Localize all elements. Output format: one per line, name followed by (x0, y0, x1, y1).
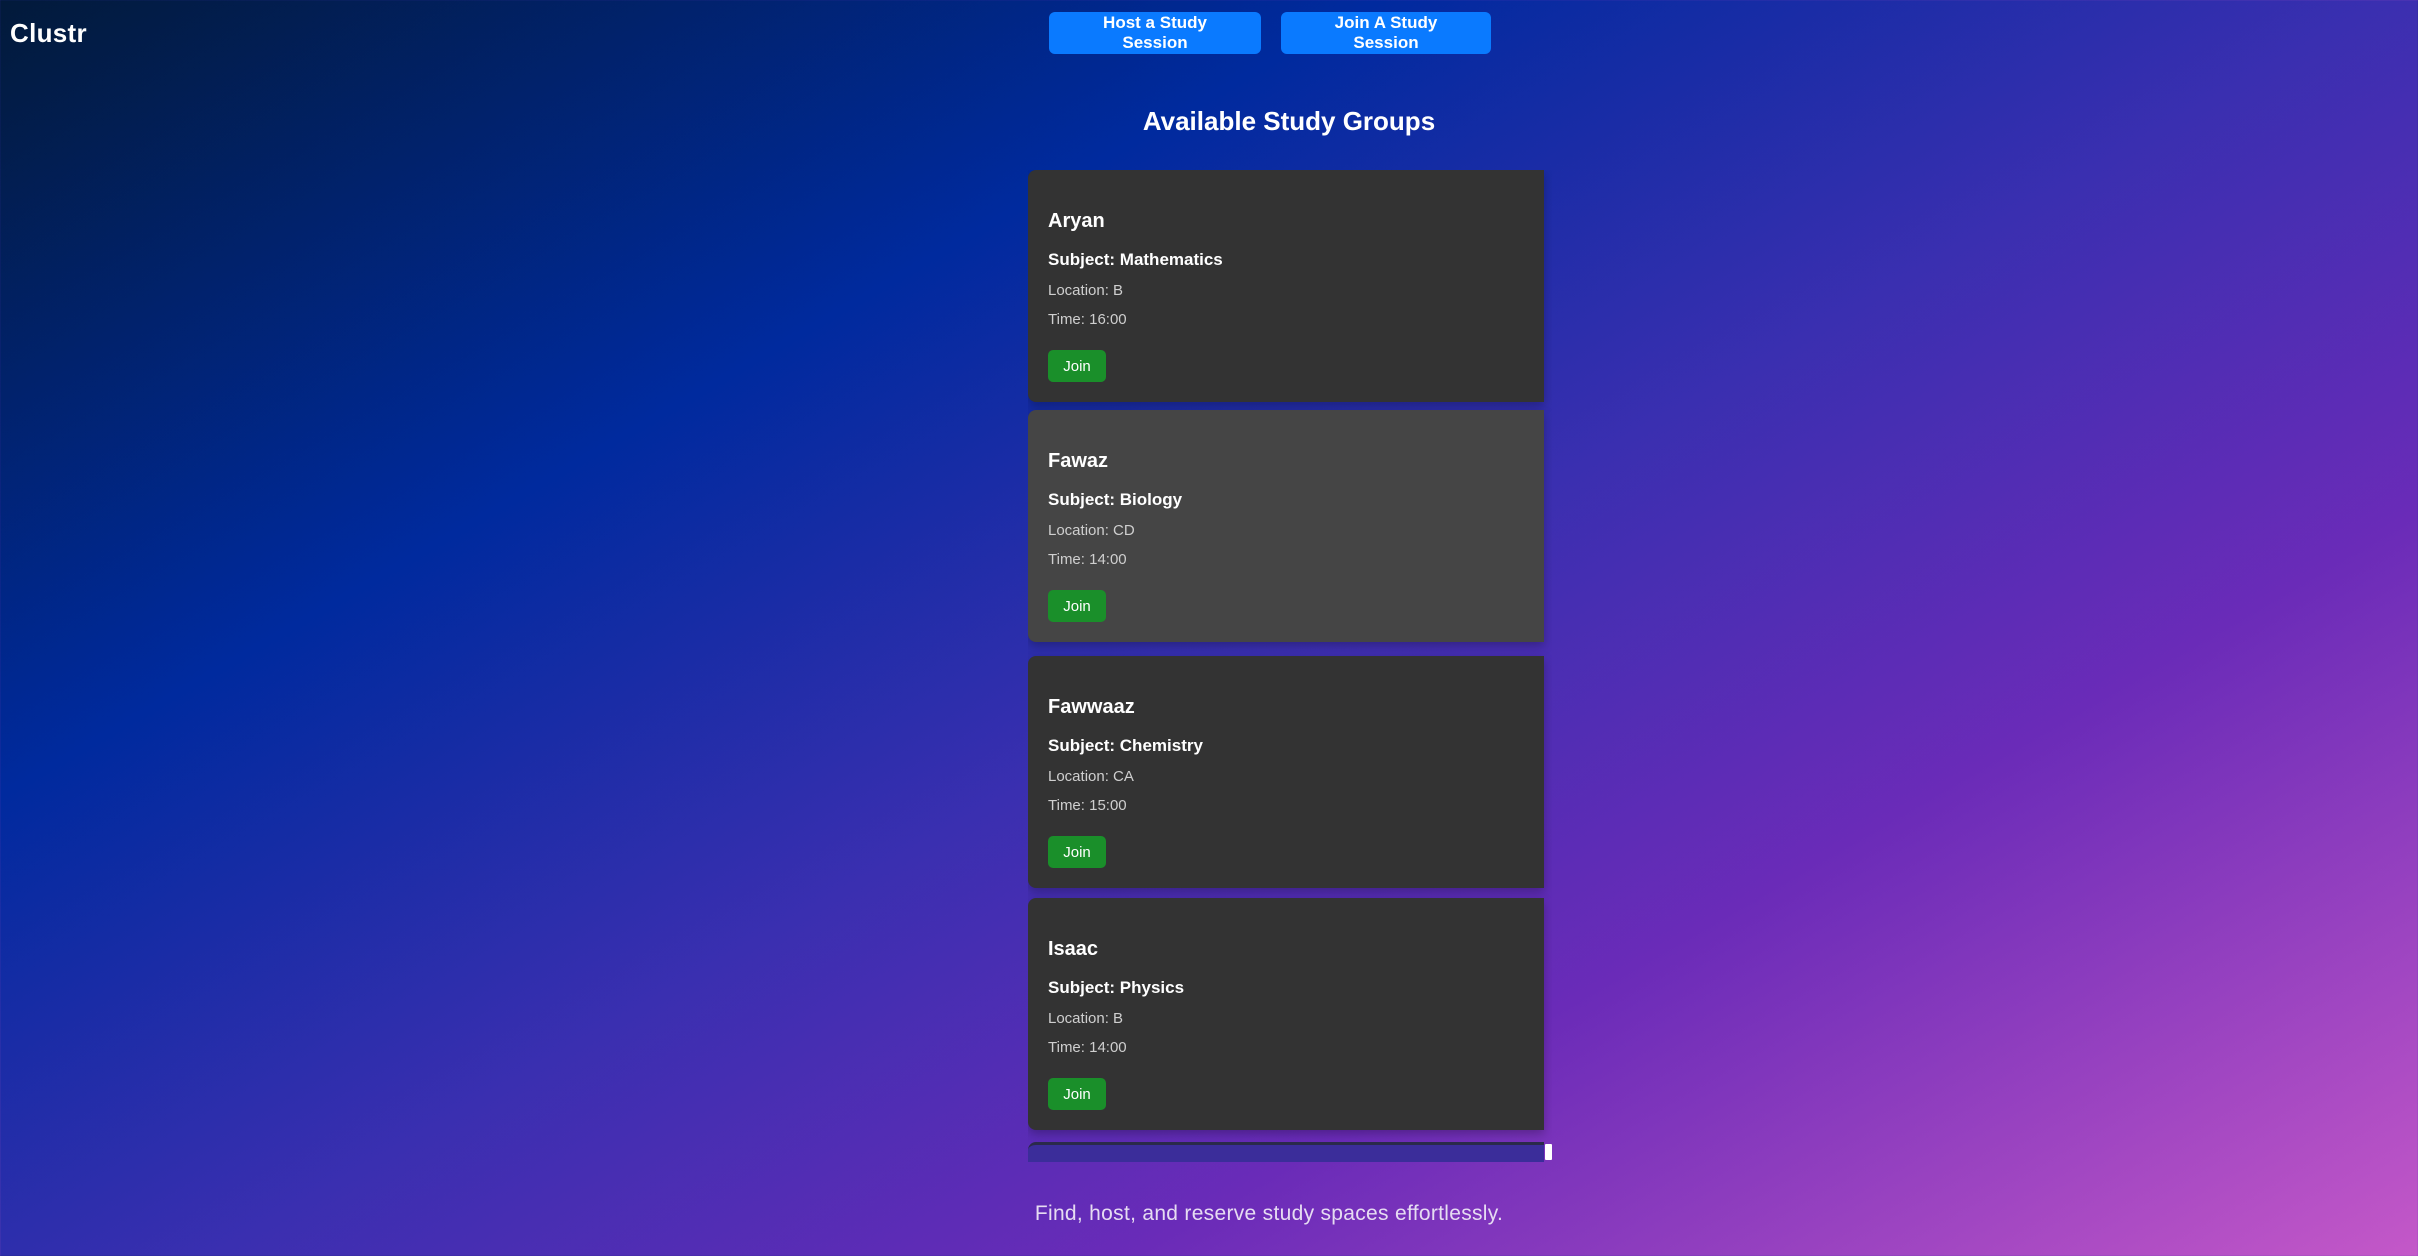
group-time: Time: 15:00 (1048, 797, 1127, 814)
join-group-button[interactable]: Join (1048, 836, 1106, 868)
study-group-card: Isaac Subject: Physics Location: B Time:… (1028, 898, 1544, 1130)
group-time: Time: 14:00 (1048, 1039, 1127, 1056)
study-groups-list[interactable]: Aryan Subject: Mathematics Location: B T… (1028, 170, 1552, 1162)
group-host-name: Aryan (1048, 210, 1105, 232)
join-group-button[interactable]: Join (1048, 590, 1106, 622)
footer-tagline: Find, host, and reserve study spaces eff… (1034, 1202, 1504, 1225)
app-logo: Clustr (10, 18, 87, 48)
group-time: Time: 14:00 (1048, 551, 1127, 568)
group-host-name: Fawwaaz (1048, 696, 1135, 718)
study-group-card: Fawaz Subject: Biology Location: CD Time… (1028, 410, 1544, 642)
join-study-session-button[interactable]: Join A Study Session (1281, 12, 1491, 54)
group-location: Location: B (1048, 282, 1124, 299)
next-card-edge (1028, 1142, 1544, 1162)
group-subject: Subject: Mathematics (1048, 250, 1223, 269)
group-subject: Subject: Biology (1048, 490, 1183, 509)
group-location: Location: B (1048, 1010, 1124, 1027)
page-title: Available Study Groups (1142, 106, 1436, 136)
group-host-name: Fawaz (1048, 450, 1109, 472)
group-host-name: Isaac (1048, 938, 1099, 960)
group-subject: Subject: Chemistry (1048, 736, 1203, 755)
group-time: Time: 16:00 (1048, 311, 1127, 328)
host-study-session-button[interactable]: Host a Study Session (1049, 12, 1261, 54)
scrollbar-thumb[interactable] (1545, 1144, 1552, 1160)
join-group-button[interactable]: Join (1048, 1078, 1106, 1110)
top-nav: Host a Study Session Join A Study Sessio… (1049, 12, 1491, 54)
study-group-card: Fawwaaz Subject: Chemistry Location: CA … (1028, 656, 1544, 888)
group-location: Location: CA (1048, 768, 1134, 785)
join-group-button[interactable]: Join (1048, 350, 1106, 382)
study-group-card: Aryan Subject: Mathematics Location: B T… (1028, 170, 1544, 402)
group-location: Location: CD (1048, 522, 1135, 539)
group-subject: Subject: Physics (1048, 978, 1185, 997)
